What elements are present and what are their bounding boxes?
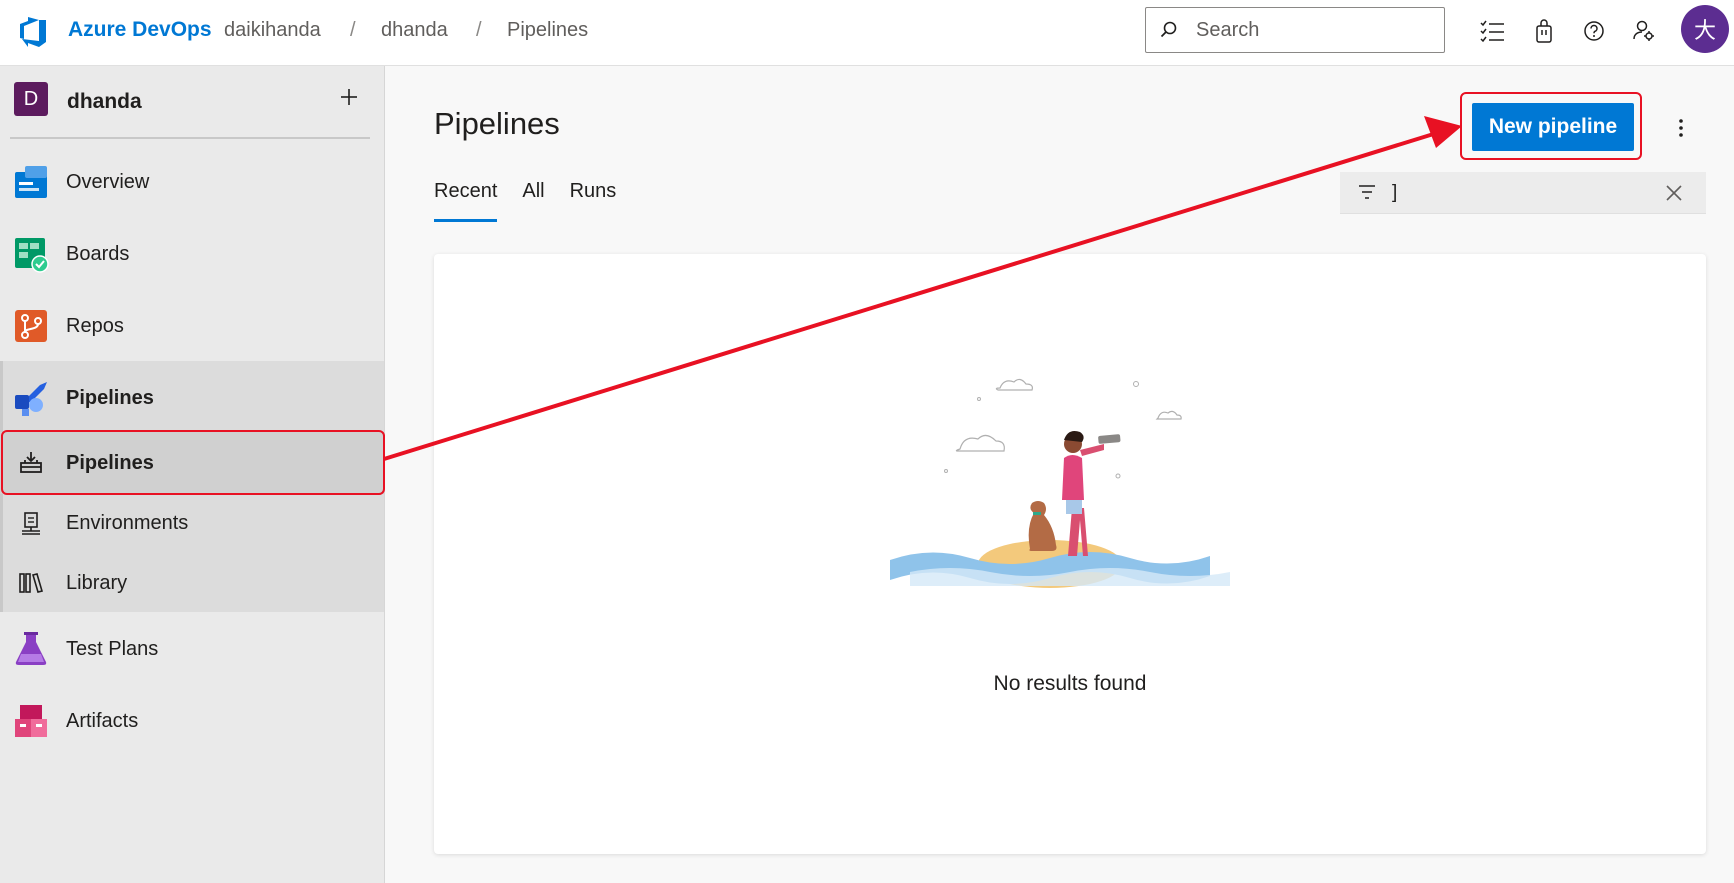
project-avatar: D: [14, 82, 48, 116]
annotation-highlight-box: New pipeline: [1460, 92, 1642, 160]
sidebar-item-label: Library: [66, 571, 128, 594]
sidebar-item-artifacts[interactable]: Artifacts: [0, 690, 384, 752]
add-icon[interactable]: [336, 84, 362, 110]
empty-state-illustration: [890, 378, 1230, 588]
breadcrumb-separator: /: [350, 19, 356, 41]
top-header: Azure DevOps daikihanda / dhanda / Pipel…: [0, 0, 1734, 66]
project-header[interactable]: D dhanda: [0, 66, 385, 138]
environments-icon: [22, 512, 40, 535]
sidebar-subitem-environments[interactable]: Environments: [0, 492, 384, 554]
breadcrumb-project[interactable]: dhanda: [381, 19, 448, 42]
user-avatar[interactable]: 大: [1681, 5, 1729, 53]
repos-icon: [15, 310, 47, 342]
azure-devops-logo-icon[interactable]: [16, 14, 50, 48]
main-content: Pipelines Recent All Runs New pipeline ]: [386, 66, 1734, 883]
close-icon[interactable]: [1662, 181, 1686, 205]
left-sidebar: D dhanda Overview Boards Repos Pipelines…: [0, 66, 385, 883]
tab-all[interactable]: All: [522, 180, 544, 222]
sidebar-item-label: Boards: [66, 242, 130, 265]
search-icon: [1160, 21, 1177, 38]
tab-runs[interactable]: Runs: [570, 180, 617, 222]
sidebar-subitem-pipelines[interactable]: Pipelines: [0, 432, 384, 494]
overview-icon: [15, 166, 47, 198]
pipeline-tabs: Recent All Runs: [434, 180, 641, 222]
breadcrumb-organization[interactable]: daikihanda: [224, 19, 321, 42]
filter-input[interactable]: ]: [1392, 182, 1397, 204]
project-name[interactable]: dhanda: [67, 90, 142, 114]
test-plans-icon: [15, 632, 47, 665]
breadcrumb-separator: /: [476, 19, 482, 41]
marketplace-bag-icon[interactable]: [1530, 17, 1558, 45]
filter-icon: [1359, 185, 1375, 199]
search-input[interactable]: [1196, 18, 1416, 42]
sidebar-item-test-plans[interactable]: Test Plans: [0, 618, 384, 680]
more-options-icon[interactable]: [1670, 114, 1692, 142]
sidebar-item-label: Artifacts: [66, 709, 139, 732]
sidebar-item-label: Test Plans: [66, 637, 159, 660]
library-icon: [19, 573, 44, 593]
sidebar-item-label: Pipelines: [66, 386, 154, 409]
work-items-icon[interactable]: [1478, 17, 1506, 45]
pipelines-sub-icon: [20, 452, 42, 473]
new-pipeline-button[interactable]: New pipeline: [1472, 103, 1634, 151]
sidebar-item-repos[interactable]: Repos: [0, 295, 384, 357]
sidebar-item-label: Environments: [66, 511, 189, 534]
pipelines-icon: [15, 382, 47, 416]
results-card: No results found: [434, 254, 1706, 854]
artifacts-icon: [15, 705, 47, 737]
user-settings-icon[interactable]: [1630, 17, 1658, 45]
sidebar-item-overview[interactable]: Overview: [0, 151, 384, 213]
help-icon[interactable]: [1580, 17, 1608, 45]
brand-name[interactable]: Azure DevOps: [68, 18, 212, 42]
empty-state-message: No results found: [993, 672, 1147, 695]
sidebar-item-label: Overview: [66, 170, 150, 193]
sidebar-item-boards[interactable]: Boards: [0, 223, 384, 285]
page-title: Pipelines: [434, 106, 560, 141]
filter-bar[interactable]: ]: [1340, 172, 1706, 214]
divider: [10, 137, 370, 139]
sidebar-subitem-library[interactable]: Library: [0, 552, 384, 614]
breadcrumb-page[interactable]: Pipelines: [507, 19, 588, 42]
search-box[interactable]: [1145, 7, 1445, 53]
sidebar-item-pipelines[interactable]: Pipelines: [0, 367, 384, 429]
tab-recent[interactable]: Recent: [434, 180, 498, 222]
boards-icon: [15, 238, 49, 273]
sidebar-item-label: Pipelines: [66, 451, 154, 474]
sidebar-item-label: Repos: [66, 314, 124, 337]
